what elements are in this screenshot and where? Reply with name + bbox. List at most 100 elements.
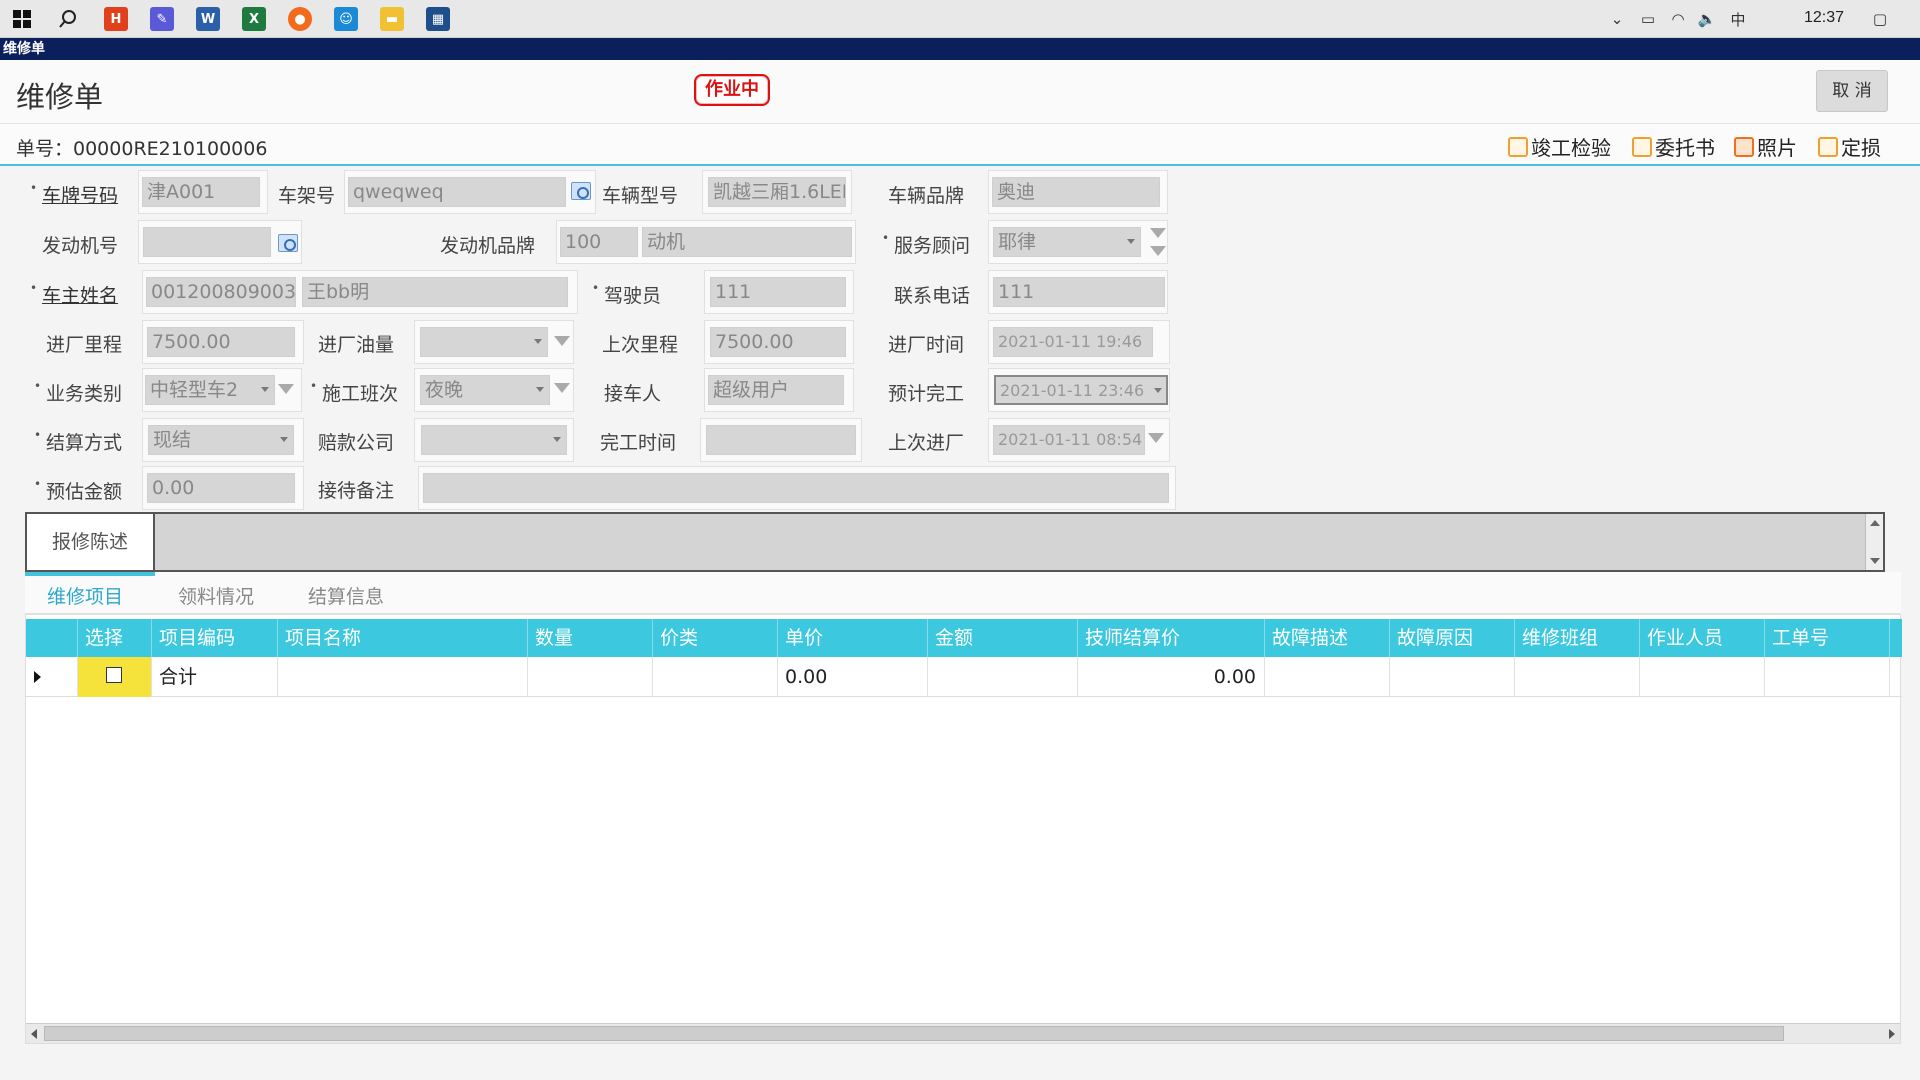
qty-cell bbox=[528, 657, 653, 697]
engine-brand-name-field[interactable]: 动机 bbox=[642, 227, 852, 257]
column-header-amount[interactable]: 金额 bbox=[928, 619, 1078, 657]
engine-no-label: 发动机号 bbox=[42, 235, 119, 257]
column-header-qty[interactable]: 数量 bbox=[528, 619, 653, 657]
scroll-left-icon[interactable] bbox=[31, 1029, 37, 1039]
report-label: 报修陈述 bbox=[27, 514, 155, 570]
biz-type-label: 业务类别 bbox=[34, 379, 122, 406]
estimate-label: 预估金额 bbox=[34, 477, 122, 504]
column-header-team[interactable]: 维修班组 bbox=[1515, 619, 1640, 657]
plate-label[interactable]: 车牌号码 bbox=[30, 181, 118, 208]
driver-field[interactable]: 111 bbox=[710, 277, 846, 307]
brand-field[interactable]: 奥迪 bbox=[992, 177, 1160, 207]
entry-time-field[interactable]: 2021-01-11 19:46 bbox=[993, 327, 1153, 357]
word-icon[interactable]: W bbox=[196, 7, 220, 31]
advisor-dropdown-icon-2[interactable] bbox=[1150, 246, 1166, 256]
assessment-icon bbox=[1818, 136, 1838, 157]
row-checkbox[interactable] bbox=[106, 667, 122, 683]
notification-icon[interactable]: ▢ bbox=[1870, 9, 1890, 29]
search-icon[interactable] bbox=[56, 7, 80, 31]
chevron-up-icon[interactable]: ⌄ bbox=[1607, 9, 1627, 29]
vin-lookup-icon[interactable] bbox=[571, 182, 591, 200]
mileage-label: 进厂里程 bbox=[46, 334, 123, 356]
vin-field[interactable]: qweqweq bbox=[348, 177, 566, 207]
owner-id-field[interactable]: 001200809003 bbox=[146, 277, 296, 307]
windows-start-icon[interactable] bbox=[10, 7, 34, 31]
scroll-thumb[interactable] bbox=[44, 1026, 1784, 1041]
advisor-label: 服务顾问 bbox=[882, 231, 970, 258]
column-header-tech-price[interactable]: 技师结算价 bbox=[1078, 619, 1265, 657]
photo-button[interactable]: 照片 bbox=[1734, 132, 1797, 161]
table-row[interactable]: 合计 0.00 0.00 bbox=[26, 657, 1902, 697]
last-entry-field[interactable]: 2021-01-11 08:54 bbox=[993, 425, 1145, 455]
engine-no-lookup-icon[interactable] bbox=[278, 234, 298, 252]
mileage-field[interactable]: 7500.00 bbox=[147, 327, 295, 357]
scroll-down-icon[interactable] bbox=[1870, 558, 1880, 564]
column-header-fault-cause[interactable]: 故障原因 bbox=[1390, 619, 1515, 657]
app-contacts-icon[interactable]: ☺ bbox=[334, 7, 358, 31]
plate-field[interactable]: 津A001 bbox=[142, 177, 260, 207]
input-method-icon[interactable]: 中 bbox=[1728, 9, 1748, 29]
receiver-field[interactable]: 超级用户 bbox=[708, 375, 844, 405]
completion-inspection-label: 竣工检验 bbox=[1531, 136, 1611, 160]
battery-icon[interactable]: ▭ bbox=[1638, 9, 1658, 29]
phone-field[interactable]: 111 bbox=[993, 277, 1165, 307]
remark-label: 接待备注 bbox=[318, 480, 395, 502]
completion-inspection-button[interactable]: 竣工检验 bbox=[1508, 132, 1611, 161]
tab-repair-items[interactable]: 维修项目 bbox=[47, 582, 123, 609]
worker-cell bbox=[1640, 657, 1765, 697]
last-entry-dropdown-icon[interactable] bbox=[1148, 433, 1164, 443]
settle-select[interactable]: 现结 bbox=[148, 425, 294, 455]
scroll-up-icon[interactable] bbox=[1870, 520, 1880, 526]
insurer-select[interactable] bbox=[421, 425, 567, 455]
shift-select[interactable]: 夜晚 bbox=[420, 375, 550, 405]
remark-field[interactable] bbox=[423, 473, 1169, 503]
photo-icon bbox=[1734, 136, 1754, 157]
commission-letter-button[interactable]: 委托书 bbox=[1632, 132, 1715, 161]
excel-icon[interactable]: X bbox=[242, 7, 266, 31]
shift-dropdown-icon[interactable] bbox=[554, 383, 570, 393]
engine-no-field[interactable] bbox=[143, 227, 271, 257]
advisor-select[interactable]: 耶律 bbox=[993, 227, 1141, 257]
column-header-code[interactable]: 项目编码 bbox=[152, 619, 278, 657]
firefox-icon[interactable]: ● bbox=[288, 7, 312, 31]
column-header-indicator bbox=[26, 619, 78, 657]
estimate-field[interactable]: 0.00 bbox=[147, 473, 295, 503]
model-field[interactable]: 凯越三厢1.6LEI bbox=[708, 177, 846, 207]
wifi-icon[interactable]: ◠ bbox=[1668, 9, 1688, 29]
owner-name-field[interactable]: 王bb明 bbox=[302, 277, 568, 307]
report-textarea[interactable] bbox=[157, 514, 1863, 570]
last-mileage-field[interactable]: 7500.00 bbox=[710, 327, 846, 357]
column-header-unit-price[interactable]: 单价 bbox=[778, 619, 928, 657]
est-finish-field[interactable]: 2021-01-11 23:46 bbox=[994, 375, 1168, 405]
biz-type-select[interactable]: 中轻型车2 bbox=[145, 375, 275, 405]
finish-time-field[interactable] bbox=[706, 425, 856, 455]
chevron-down-icon bbox=[1127, 239, 1135, 244]
name-cell bbox=[278, 657, 528, 697]
owner-label[interactable]: 车主姓名 bbox=[30, 281, 118, 308]
column-header-select[interactable]: 选择 bbox=[78, 619, 152, 657]
fuel-select[interactable] bbox=[420, 327, 548, 357]
fuel-dropdown-icon[interactable] bbox=[554, 336, 570, 346]
damage-assessment-button[interactable]: 定损 bbox=[1818, 132, 1881, 161]
engine-brand-code-field[interactable]: 100 bbox=[560, 227, 638, 257]
tab-settlement[interactable]: 结算信息 bbox=[308, 582, 384, 609]
tab-materials[interactable]: 领料情况 bbox=[178, 582, 254, 609]
advisor-dropdown-icon[interactable] bbox=[1150, 228, 1166, 238]
cancel-button[interactable]: 取 消 bbox=[1816, 70, 1888, 112]
horizontal-scrollbar[interactable] bbox=[26, 1023, 1900, 1043]
clock[interactable]: 12:37 bbox=[1804, 9, 1844, 27]
column-header-work-order[interactable]: 工单号 bbox=[1765, 619, 1890, 657]
column-header-worker[interactable]: 作业人员 bbox=[1640, 619, 1765, 657]
report-scrollbar[interactable] bbox=[1865, 514, 1883, 570]
brand-label: 车辆品牌 bbox=[888, 185, 965, 207]
app-window-icon[interactable]: ▦ bbox=[426, 7, 450, 31]
volume-icon[interactable]: 🔈 bbox=[1697, 9, 1717, 29]
biz-type-dropdown-icon[interactable] bbox=[278, 384, 294, 394]
scroll-right-icon[interactable] bbox=[1889, 1029, 1895, 1039]
column-header-fault-desc[interactable]: 故障描述 bbox=[1265, 619, 1390, 657]
column-header-name[interactable]: 项目名称 bbox=[278, 619, 528, 657]
column-header-price-type[interactable]: 价类 bbox=[653, 619, 778, 657]
app-feather-icon[interactable]: ✎ bbox=[150, 7, 174, 31]
file-explorer-icon[interactable]: ▬ bbox=[380, 7, 404, 31]
app-h-icon[interactable]: H bbox=[104, 7, 128, 31]
